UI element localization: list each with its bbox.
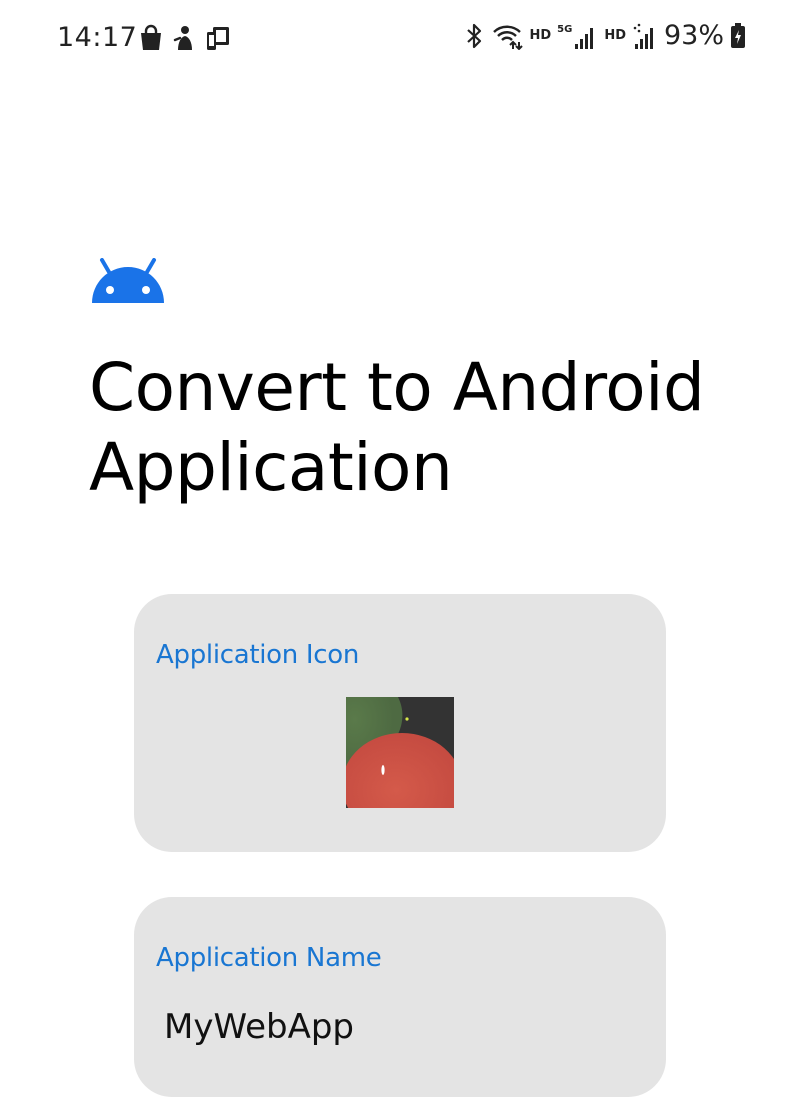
application-icon-card: Application Icon [134,594,666,852]
wifi-icon [493,25,524,50]
device-icon [207,27,229,50]
signal-icon [575,27,594,49]
network-type-label: 5G [557,24,573,35]
page-title: Convert to Android Application [89,349,705,506]
status-time: 14:17 [57,22,138,53]
shopping-bag-icon [141,24,161,50]
app-icon-preview-image [346,697,454,808]
signal-icon [633,23,653,49]
battery-percentage: 93% [663,20,724,51]
battery-charging-icon [731,22,745,48]
status-bar: 14:17 HD 5G HD 93% [0,0,800,76]
android-icon [92,258,164,303]
status-left-icons [138,24,232,52]
hd-label: HD [529,28,552,43]
hd-label: HD [604,28,626,43]
application-icon-label: Application Icon [156,640,360,670]
notification-icon [173,26,192,50]
status-right: HD 5G HD 93% [463,20,746,51]
bluetooth-icon [467,23,482,48]
application-name-card: Application Name MyWebApp [134,897,666,1097]
application-icon-picker[interactable] [346,697,454,808]
application-name-input[interactable]: MyWebApp [164,1007,634,1047]
application-name-label: Application Name [156,943,382,973]
